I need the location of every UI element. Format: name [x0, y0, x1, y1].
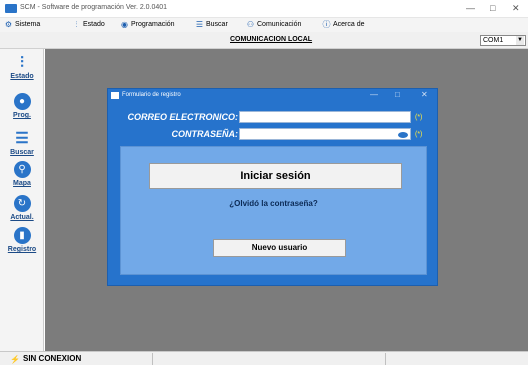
menu-estado[interactable]: ⫶ Estado: [72, 20, 105, 29]
email-field[interactable]: [239, 111, 411, 123]
list-icon: ☰: [15, 130, 29, 147]
sidebar-item-label: Prog.: [13, 112, 31, 119]
status-bar: ⚡ SIN CONEXION: [0, 351, 528, 365]
dialog-title-bar: Formulario de registro — □ ✕: [108, 89, 437, 101]
refresh-icon: ↻: [13, 195, 31, 212]
connection-status: SIN CONEXION: [23, 354, 82, 363]
maximize-button[interactable]: □: [490, 3, 495, 13]
sliders-icon: ⫶: [75, 20, 78, 29]
dialog-maximize-button[interactable]: □: [395, 90, 400, 99]
info-icon: ⓘ: [322, 20, 331, 29]
forgot-password-link[interactable]: ¿Olvidó la contraseña?: [121, 199, 426, 208]
dialog-close-button[interactable]: ✕: [421, 90, 428, 99]
menu-comunicacion-label: Comunicación: [257, 21, 302, 28]
login-button[interactable]: Iniciar sesión: [149, 163, 402, 189]
form-icon: [111, 92, 119, 99]
globe-icon: ◉: [121, 20, 128, 29]
sidebar-item-label: Estado: [10, 73, 34, 80]
password-label: CONTRASEÑA:: [171, 129, 239, 139]
com-port-value: COM1: [483, 37, 504, 44]
dialog-title: Formulario de registro: [122, 92, 181, 98]
dialog-minimize-button[interactable]: —: [370, 90, 378, 99]
password-required-marker: (*): [415, 131, 423, 138]
com-port-select[interactable]: COM1 ▼: [480, 35, 526, 46]
login-dialog: Formulario de registro — □ ✕ CORREO ELEC…: [107, 88, 438, 286]
globe-icon: ●: [13, 93, 31, 110]
title-bar: SCM - Software de programación Ver. 2.0.…: [0, 0, 528, 18]
app-icon: [5, 4, 17, 13]
menu-sistema[interactable]: ⚙ Sistema: [4, 20, 40, 29]
status-divider: [152, 353, 153, 365]
window-title: SCM - Software de programación Ver. 2.0.…: [20, 4, 168, 11]
login-panel: Iniciar sesión ¿Olvidó la contraseña? Nu…: [120, 146, 427, 275]
sidebar-item-estado[interactable]: ⫶ Estado: [3, 52, 41, 86]
sidebar-item-mapa[interactable]: ⚲ Mapa: [3, 159, 41, 193]
plug-icon: ⚡: [10, 355, 20, 364]
menu-programacion-label: Programación: [131, 21, 175, 28]
page-title: COMUNICACION LOCAL: [230, 36, 313, 43]
sidebar-item-label: Registro: [7, 246, 37, 253]
sidebar-item-label: Actual.: [10, 214, 34, 221]
sidebar-item-registro[interactable]: ▮ Registro: [3, 225, 41, 259]
sidebar-item-prog[interactable]: ● Prog.: [3, 91, 41, 125]
sidebar-item-label: Mapa: [13, 180, 31, 187]
status-divider: [385, 353, 386, 365]
eye-icon[interactable]: [398, 132, 408, 138]
menu-acerca-de[interactable]: ⓘ Acerca de: [322, 20, 365, 29]
sidebar-item-label: Buscar: [10, 149, 34, 156]
email-label: CORREO ELECTRONICO:: [127, 112, 238, 122]
email-required-marker: (*): [415, 114, 423, 121]
new-user-button[interactable]: Nuevo usuario: [213, 239, 346, 257]
close-button[interactable]: ✕: [512, 3, 520, 14]
gear-icon: ⚙: [4, 20, 13, 29]
header-bar: COMUNICACION LOCAL COM1 ▼: [0, 32, 528, 49]
menu-estado-label: Estado: [83, 21, 105, 28]
list-icon: ☰: [195, 20, 204, 29]
chevron-down-icon: ▼: [516, 36, 524, 45]
sidebar-item-buscar[interactable]: ☰ Buscar: [3, 128, 41, 162]
map-pin-icon: ⚲: [13, 161, 31, 178]
sidebar: ⫶ Estado ● Prog. ☰ Buscar ⚲ Mapa ↻ Actua…: [0, 49, 44, 351]
menu-programacion[interactable]: ◉ Programación: [120, 20, 175, 29]
menu-acerca-de-label: Acerca de: [333, 21, 365, 28]
cylinder-icon: ▮: [13, 227, 31, 244]
sidebar-item-actual[interactable]: ↻ Actual.: [3, 193, 41, 227]
menu-sistema-label: Sistema: [15, 21, 41, 28]
users-icon: ⚇: [246, 20, 255, 29]
sliders-icon: ⫶: [20, 54, 24, 71]
menu-buscar-label: Buscar: [206, 21, 228, 28]
minimize-button[interactable]: —: [466, 3, 475, 13]
password-field[interactable]: [239, 128, 411, 140]
menu-buscar[interactable]: ☰ Buscar: [195, 20, 228, 29]
menu-bar: ⚙ Sistema ⫶ Estado ◉ Programación ☰ Busc…: [0, 18, 528, 32]
menu-comunicacion[interactable]: ⚇ Comunicación: [246, 20, 301, 29]
